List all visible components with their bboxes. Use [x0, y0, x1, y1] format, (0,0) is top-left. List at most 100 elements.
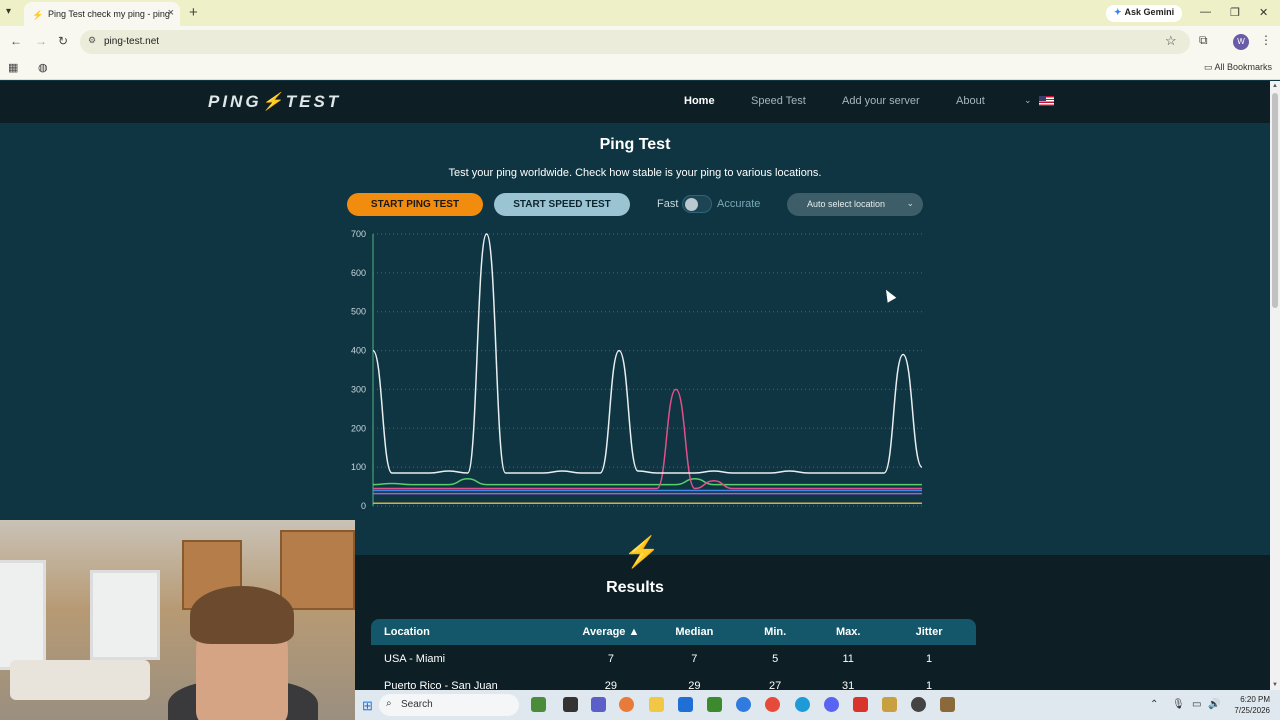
table-row: USA - Miami 7 7 5 11 1: [371, 645, 976, 672]
taskbar-clock[interactable]: 6:20 PM 7/25/2026: [1225, 694, 1270, 716]
results-section: ⚡ Results Location Average ▲ Median Min.…: [355, 536, 1270, 692]
y-tick-label: 500: [351, 307, 366, 317]
mode-accurate-label[interactable]: Accurate: [717, 198, 760, 210]
cell-max: 11: [842, 652, 854, 665]
chevron-down-icon: ⌄: [906, 198, 914, 208]
taskbar-app-icon[interactable]: [911, 697, 926, 712]
url-text: ping-test.net: [104, 36, 160, 47]
col-jitter[interactable]: Jitter: [882, 619, 976, 645]
y-tick-label: 0: [361, 501, 366, 511]
toggle-knob: [685, 198, 698, 211]
forward-icon[interactable]: →: [35, 34, 47, 48]
mode-toggle[interactable]: [682, 195, 712, 213]
scrollbar-thumb[interactable]: [1272, 93, 1278, 308]
y-tick-label: 400: [351, 346, 366, 356]
col-median[interactable]: Median: [652, 619, 737, 645]
y-tick-label: 100: [351, 462, 366, 472]
col-location[interactable]: Location: [371, 619, 570, 645]
taskbar-app-icon[interactable]: [563, 697, 578, 712]
cell-average: 7: [607, 652, 614, 665]
scroll-down-icon[interactable]: ▼: [1272, 682, 1278, 688]
page-title: Ping Test: [599, 136, 671, 153]
nav-speed-test[interactable]: Speed Test: [751, 95, 806, 107]
location-select[interactable]: Auto select location ⌄: [787, 193, 923, 216]
clock-time: 6:20 PM: [1240, 695, 1270, 704]
page-scrollbar[interactable]: ▲ ▼: [1270, 81, 1280, 690]
close-window-icon[interactable]: ✕: [1259, 6, 1268, 19]
us-flag-icon[interactable]: [1039, 96, 1054, 106]
taskbar-search-input[interactable]: ⌕ Search: [379, 694, 519, 716]
volume-icon[interactable]: 🔊: [1208, 699, 1220, 710]
browser-tab[interactable]: ⚡ Ping Test check my ping - ping ×: [24, 2, 180, 26]
bookmark-globe-icon[interactable]: ◍: [38, 61, 48, 74]
site-info-icon[interactable]: ⚙: [88, 35, 96, 46]
nav-add-server[interactable]: Add your server: [842, 95, 920, 107]
reload-icon[interactable]: ↻: [58, 34, 68, 48]
store-icon[interactable]: [678, 697, 693, 712]
file-explorer-icon[interactable]: [649, 697, 664, 712]
extensions-icon[interactable]: ⧉: [1199, 33, 1208, 48]
clock-date: 7/25/2026: [1234, 706, 1270, 715]
teams-icon[interactable]: [591, 697, 606, 712]
mode-fast-label[interactable]: Fast: [657, 198, 678, 210]
results-title: Results: [606, 579, 664, 596]
windows-taskbar: ⊞ ⌕ Search ⌃ 🎙 ▭ 🔊 6:20 PM 7/25/2026: [355, 690, 1280, 720]
taskbar-app-icon[interactable]: [853, 697, 868, 712]
results-table: Location Average ▲ Median Min. Max. Jitt…: [371, 619, 976, 699]
restore-icon[interactable]: ❐: [1230, 6, 1240, 19]
microphone-icon[interactable]: 🎙: [1172, 699, 1185, 710]
col-min[interactable]: Min.: [736, 619, 815, 645]
scroll-up-icon[interactable]: ▲: [1272, 83, 1278, 89]
back-icon[interactable]: ←: [10, 34, 22, 48]
bookmark-star-icon[interactable]: ☆: [1165, 33, 1177, 49]
minecraft-icon[interactable]: [707, 697, 722, 712]
address-bar-row: ← → ↻ ⚙ ping-test.net ☆ ⧉ W ⋮: [0, 26, 1280, 57]
all-bookmarks-button[interactable]: ▭ All Bookmarks: [1204, 62, 1272, 73]
edge-icon[interactable]: [795, 697, 810, 712]
site-header: PING⚡TEST Home Speed Test Add your serve…: [0, 81, 1270, 123]
taskbar-app-icon[interactable]: [940, 697, 955, 712]
ask-gemini-button[interactable]: ✦ Ask Gemini: [1106, 5, 1183, 22]
col-max[interactable]: Max.: [814, 619, 883, 645]
y-tick-label: 300: [351, 384, 366, 394]
taskbar-app-icon[interactable]: [736, 697, 751, 712]
ping-chart: 0 100 200 300 400 500 600 700: [351, 229, 923, 511]
taskbar-app-icon[interactable]: [882, 697, 897, 712]
profile-avatar[interactable]: W: [1233, 34, 1249, 50]
webcam-cabinet: [280, 530, 355, 610]
start-speed-test-button[interactable]: START SPEED TEST: [494, 193, 630, 216]
nav-home[interactable]: Home: [684, 95, 715, 107]
minimize-icon[interactable]: —: [1200, 6, 1211, 18]
cell-jitter: 1: [925, 652, 933, 665]
language-chevron-down-icon[interactable]: ⌄: [1024, 95, 1032, 106]
apps-grid-icon[interactable]: ▦: [8, 61, 18, 74]
webcam-hair: [190, 586, 294, 644]
tab-close-icon[interactable]: ×: [168, 7, 174, 19]
url-input[interactable]: ⚙ ping-test.net: [80, 30, 1190, 54]
copilot-icon[interactable]: [619, 697, 634, 712]
search-icon: ⌕: [386, 698, 392, 709]
ping-series-line: [372, 233, 923, 474]
nav-about[interactable]: About: [956, 95, 985, 107]
browser-tab-strip: ▾ ⚡ Ping Test check my ping - ping × + ✦…: [0, 0, 1280, 26]
tray-overflow-icon[interactable]: ⌃: [1150, 699, 1158, 710]
network-icon[interactable]: ▭: [1192, 699, 1201, 710]
webcam-sofa: [10, 660, 150, 700]
start-ping-test-button[interactable]: START PING TEST: [347, 193, 483, 216]
col-average[interactable]: Average ▲: [569, 619, 653, 645]
discord-icon[interactable]: [824, 697, 839, 712]
bolt-icon: ⚡: [623, 536, 661, 569]
cell-location: USA - Miami: [384, 652, 446, 665]
taskbar-app-icon[interactable]: [531, 697, 546, 712]
tab-search-icon[interactable]: ▾: [6, 6, 11, 17]
browser-menu-icon[interactable]: ⋮: [1260, 33, 1272, 47]
gemini-icon: ✦: [1114, 7, 1122, 17]
windows-start-icon[interactable]: ⊞: [362, 698, 373, 714]
tab-title: Ping Test check my ping - ping: [48, 9, 170, 19]
new-tab-icon[interactable]: +: [189, 4, 198, 21]
chrome-icon[interactable]: [765, 697, 780, 712]
cell-min: 5: [772, 652, 779, 665]
taskbar-search-placeholder: Search: [401, 699, 433, 710]
site-logo[interactable]: PING⚡TEST: [208, 92, 341, 112]
y-tick-label: 700: [351, 229, 366, 239]
